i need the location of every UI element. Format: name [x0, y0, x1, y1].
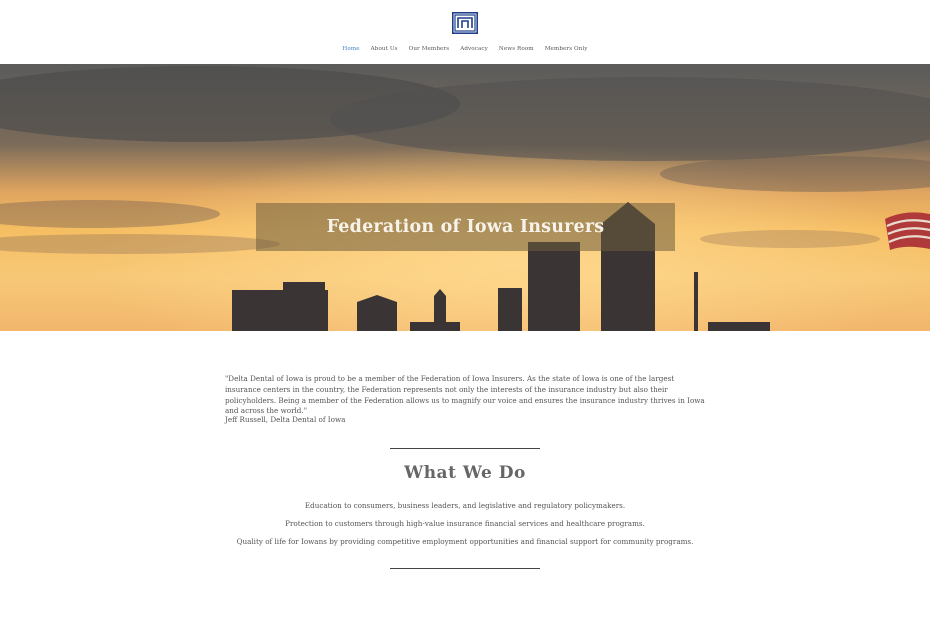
nav-our-members[interactable]: Our Members: [409, 46, 450, 52]
testimonial-author: Jeff Russell, Delta Dental of Iowa: [225, 415, 346, 424]
fii-logo-icon[interactable]: [452, 12, 478, 34]
nav-news-room[interactable]: News Room: [499, 46, 534, 52]
what-we-do-title: What We Do: [404, 463, 526, 483]
what-we-do-item: Education to consumers, business leaders…: [304, 501, 626, 510]
hero-skyline-image: [0, 64, 930, 331]
hero-banner: Federation of Iowa Insurers: [0, 64, 930, 331]
nav-about-us[interactable]: About Us: [371, 46, 398, 52]
divider-bottom: [390, 568, 540, 569]
what-we-do-item: Protection to customers through high-val…: [285, 519, 645, 528]
site-header: Home About Us Our Members Advocacy News …: [0, 0, 930, 64]
nav-members-only[interactable]: Members Only: [545, 46, 588, 52]
divider-top: [390, 448, 540, 449]
main-nav: Home About Us Our Members Advocacy News …: [0, 46, 930, 52]
hero-title-box: Federation of Iowa Insurers: [256, 203, 675, 251]
what-we-do-item: Quality of life for Iowans by providing …: [236, 537, 694, 546]
nav-advocacy[interactable]: Advocacy: [460, 46, 488, 52]
nav-home[interactable]: Home: [342, 46, 359, 52]
hero-title: Federation of Iowa Insurers: [326, 217, 605, 237]
testimonial-quote: "Delta Dental of Iowa is proud to be a m…: [225, 374, 705, 416]
